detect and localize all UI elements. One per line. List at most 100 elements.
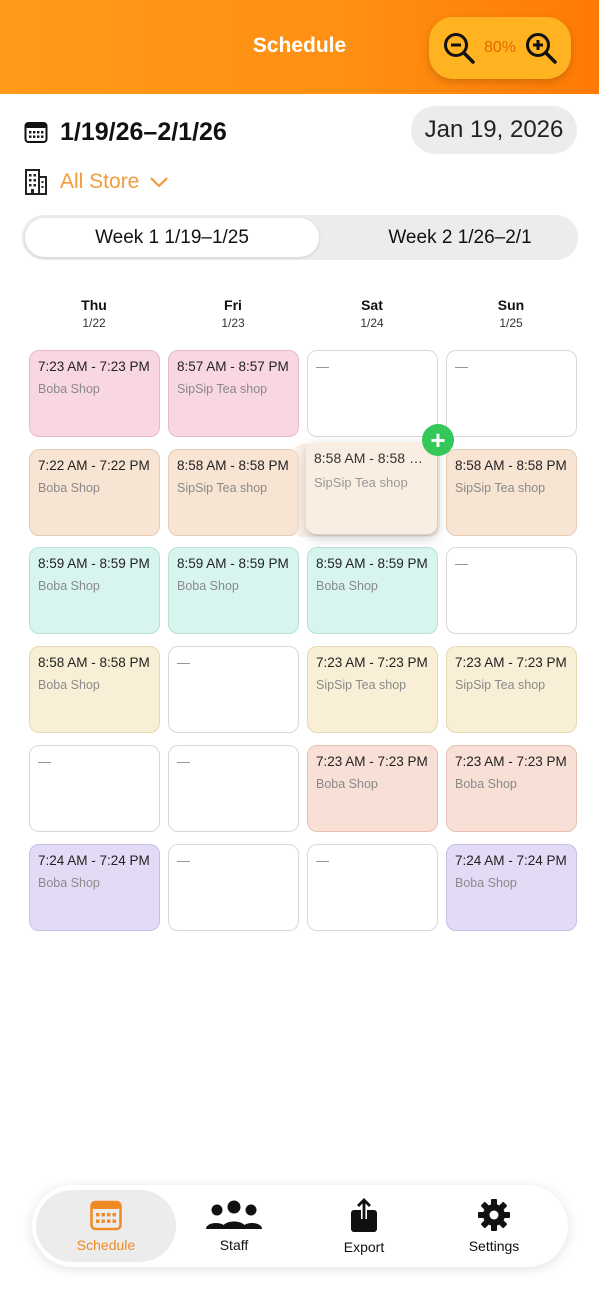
shift-cell[interactable]: 8:59 AM - 8:59 PM Boba Shop (168, 547, 299, 634)
shift-store: SipSip Tea shop (455, 678, 546, 692)
empty-cell[interactable]: — (307, 844, 438, 931)
shift-store: SipSip Tea shop (314, 475, 408, 490)
tab-export[interactable]: Export (304, 1190, 424, 1262)
tab-label: Staff (219, 1237, 249, 1253)
shift-cell[interactable]: 8:59 AM - 8:59 PM Boba Shop (307, 547, 438, 634)
shift-cell[interactable]: 7:23 AM - 7:23 PM Boba Shop (29, 350, 160, 437)
shift-store: Boba Shop (38, 579, 100, 593)
header-bar: Schedule 80% (0, 0, 599, 94)
zoom-out-button[interactable] (439, 28, 479, 68)
empty-cell[interactable]: — (168, 844, 299, 931)
zoom-in-button[interactable] (521, 28, 561, 68)
day-header-fri: Fri 1/23 (168, 297, 298, 330)
shift-store: Boba Shop (38, 481, 100, 495)
day-name: Fri (224, 297, 242, 313)
empty-mark: — (177, 754, 190, 769)
shift-time: 8:59 AM - 8:59 PM (38, 556, 150, 571)
shift-store: SipSip Tea shop (177, 481, 268, 495)
shift-cell[interactable]: 7:23 AM - 7:23 PM SipSip Tea shop (446, 646, 577, 733)
empty-cell[interactable]: — (168, 646, 299, 733)
zoom-in-icon (526, 33, 557, 64)
shift-cell[interactable]: 8:57 AM - 8:57 PM SipSip Tea shop (168, 350, 299, 437)
shift-store: Boba Shop (455, 777, 517, 791)
calendar-icon (90, 1200, 122, 1231)
shift-cell[interactable]: 8:58 AM - 8:58 PM Boba Shop (29, 646, 160, 733)
day-date: 1/22 (82, 316, 106, 330)
empty-cell[interactable]: — (307, 350, 438, 437)
add-icon: + (422, 424, 454, 456)
shift-store: SipSip Tea shop (316, 678, 407, 692)
shift-time: 8:59 AM - 8:59 PM (177, 556, 289, 571)
date-range[interactable]: 1/19/26–2/1/26 (24, 112, 227, 152)
week-selector: Week 1 1/19–1/25 Week 2 1/26–2/1 (22, 215, 578, 260)
store-filter-label: All Store (60, 170, 140, 193)
shift-store: Boba Shop (38, 876, 100, 890)
day-name: Sat (361, 297, 383, 313)
shift-store: Boba Shop (316, 579, 378, 593)
dragging-shift-card[interactable]: 8:58 AM - 8:58 PM SipSip Tea shop (306, 442, 437, 534)
day-name: Sun (497, 297, 525, 313)
day-date: 1/24 (360, 316, 384, 330)
shift-time: 7:24 AM - 7:24 PM (455, 853, 567, 868)
shift-store: Boba Shop (455, 876, 517, 890)
shift-store: Boba Shop (38, 678, 100, 692)
shift-cell[interactable]: 7:23 AM - 7:23 PM Boba Shop (307, 745, 438, 832)
shift-time: 7:24 AM - 7:24 PM (38, 853, 150, 868)
empty-cell[interactable]: — (29, 745, 160, 832)
building-icon (25, 169, 47, 195)
shift-cell[interactable]: 8:58 AM - 8:58 PM SipSip Tea shop (168, 449, 299, 536)
empty-mark: — (455, 556, 468, 571)
tab-settings[interactable]: Settings (434, 1190, 554, 1262)
shift-time: 7:22 AM - 7:22 PM (38, 458, 150, 473)
day-header-sat: Sat 1/24 (307, 297, 437, 330)
tab-week-2[interactable]: Week 2 1/26–2/1 (322, 218, 598, 257)
calendar-icon (24, 122, 48, 143)
tab-label: Schedule (76, 1237, 136, 1253)
people-icon (206, 1200, 262, 1229)
tab-label: Settings (468, 1238, 520, 1254)
empty-cell[interactable]: — (446, 350, 577, 437)
day-date: 1/25 (499, 316, 523, 330)
current-date-button[interactable]: Jan 19, 2026 (411, 106, 577, 154)
bottom-tab-bar: Schedule Staff Export Settings (32, 1185, 568, 1267)
shift-cell[interactable]: 7:24 AM - 7:24 PM Boba Shop (29, 844, 160, 931)
empty-mark: — (316, 853, 329, 868)
empty-mark: — (38, 754, 51, 769)
shift-cell[interactable]: 8:59 AM - 8:59 PM Boba Shop (29, 547, 160, 634)
shift-time: 8:59 AM - 8:59 PM (316, 556, 428, 571)
shift-cell[interactable]: 7:23 AM - 7:23 PM Boba Shop (446, 745, 577, 832)
empty-mark: — (316, 359, 329, 374)
day-header-thu: Thu 1/22 (29, 297, 159, 330)
shift-time: 8:58 AM - 8:58 PM (455, 458, 567, 473)
date-range-label: 1/19/26–2/1/26 (60, 117, 227, 146)
day-date: 1/23 (221, 316, 245, 330)
tab-label: Export (343, 1239, 385, 1255)
shift-time: 7:23 AM - 7:23 PM (316, 655, 428, 670)
tab-week-1[interactable]: Week 1 1/19–1/25 (25, 218, 319, 257)
shift-cell[interactable]: 7:22 AM - 7:22 PM Boba Shop (29, 449, 160, 536)
empty-mark: — (177, 655, 190, 670)
shift-store: Boba Shop (316, 777, 378, 791)
shift-cell[interactable]: 8:58 AM - 8:58 PM SipSip Tea shop (446, 449, 577, 536)
empty-cell[interactable]: — (446, 547, 577, 634)
store-filter[interactable]: All Store (24, 166, 169, 198)
shift-time: 8:58 AM - 8:58 PM (314, 450, 429, 466)
shift-store: Boba Shop (38, 382, 100, 396)
empty-cell[interactable]: — (168, 745, 299, 832)
zoom-out-icon (444, 33, 475, 64)
shift-store: Boba Shop (177, 579, 239, 593)
shift-time: 8:58 AM - 8:58 PM (38, 655, 150, 670)
share-icon (351, 1198, 377, 1232)
tab-staff[interactable]: Staff (174, 1190, 294, 1262)
shift-cell[interactable]: 7:23 AM - 7:23 PM SipSip Tea shop (307, 646, 438, 733)
shift-time: 7:23 AM - 7:23 PM (455, 754, 567, 769)
shift-cell[interactable]: 7:24 AM - 7:24 PM Boba Shop (446, 844, 577, 931)
empty-mark: — (177, 853, 190, 868)
shift-time: 7:23 AM - 7:23 PM (455, 655, 567, 670)
tab-schedule[interactable]: Schedule (36, 1190, 176, 1262)
shift-time: 7:23 AM - 7:23 PM (38, 359, 150, 374)
chevron-down-icon (150, 177, 169, 188)
gear-icon (478, 1199, 510, 1231)
shift-store: SipSip Tea shop (455, 481, 546, 495)
day-name: Thu (81, 297, 107, 313)
